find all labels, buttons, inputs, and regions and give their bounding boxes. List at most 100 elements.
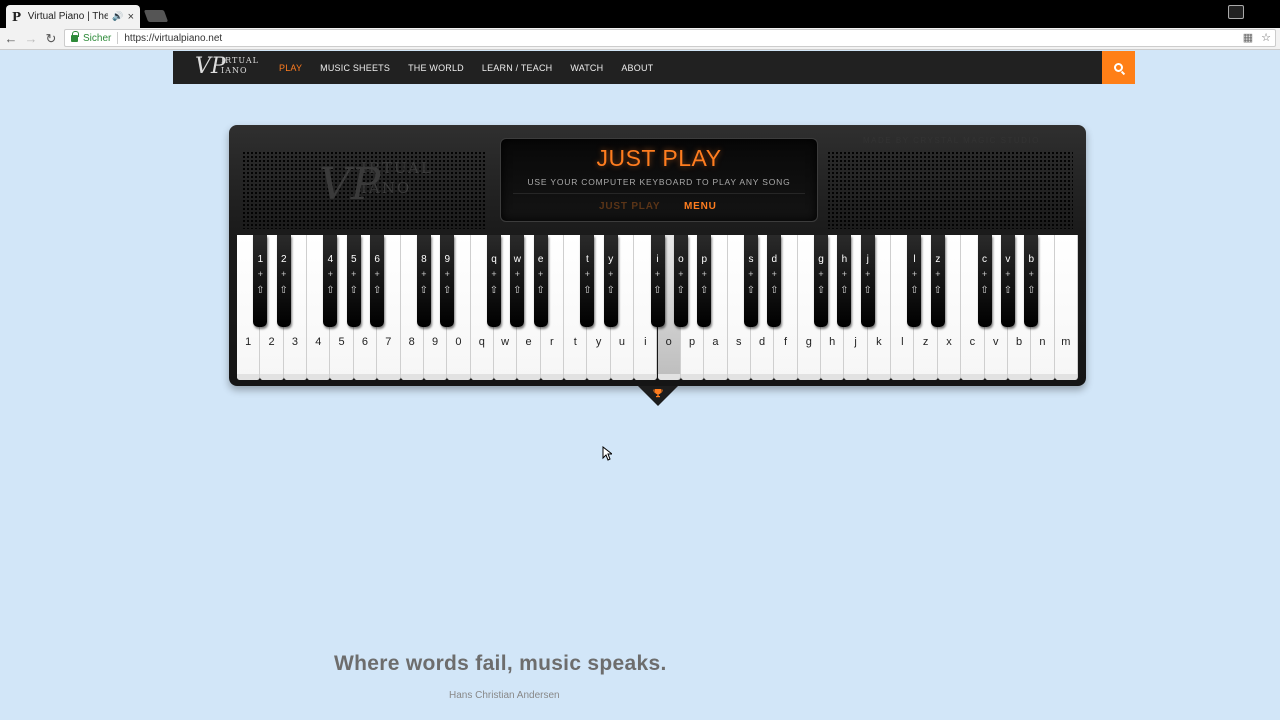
black-key-label: t [586,254,589,265]
key-edge [867,374,891,380]
back-icon[interactable]: ← [2,31,20,46]
black-key-l[interactable]: l + ⇧ [907,235,922,327]
key-edge [423,374,447,380]
black-key-5[interactable]: 5 + ⇧ [346,235,361,327]
black-key-t[interactable]: t + ⇧ [580,235,595,327]
nav-item-watch[interactable]: WATCH [570,63,603,73]
black-key-8[interactable]: 8 + ⇧ [416,235,431,327]
shift-arrow-icon: ⇧ [372,285,382,296]
profile-icon[interactable] [1228,5,1244,19]
white-key-m[interactable]: m [1054,235,1078,380]
browser-tab[interactable]: P Virtual Piano | The Or 🔊 × [6,5,140,28]
black-key-label: i [656,254,659,265]
white-key-label: i [644,336,647,348]
black-key-plus: + [608,269,614,279]
black-key-j[interactable]: j + ⇧ [860,235,875,327]
black-key-1[interactable]: 1 + ⇧ [253,235,268,327]
key-edge [657,374,680,380]
display-divider [513,193,805,194]
search-button[interactable] [1102,51,1135,84]
white-key-label: f [783,336,787,348]
nav-item-music-sheets[interactable]: MUSIC SHEETS [320,63,390,73]
black-key-i[interactable]: i + ⇧ [650,235,665,327]
mode-just-play-tab[interactable]: JUST PLAY [599,201,660,212]
shift-arrow-icon: ⇧ [863,285,872,296]
black-key-plus: + [818,269,824,279]
shift-arrow-icon: ⇧ [1027,285,1036,296]
white-key-label: l [901,336,904,348]
key-edge [750,374,774,380]
key-edge [447,374,470,380]
black-key-label: q [491,254,497,265]
black-key-plus: + [538,269,544,279]
black-key-o[interactable]: o + ⇧ [673,235,688,327]
white-key-label: 9 [431,336,439,348]
black-key-z[interactable]: z + ⇧ [930,235,945,327]
black-key-d[interactable]: d + ⇧ [767,235,782,327]
black-key-p[interactable]: p + ⇧ [697,235,712,327]
black-key-v[interactable]: v + ⇧ [1000,235,1015,327]
nav-item-play[interactable]: PLAY [279,63,302,73]
white-key-label: 6 [361,336,369,348]
black-key-plus: + [654,269,661,279]
close-icon[interactable]: × [128,11,134,23]
black-key-y[interactable]: y + ⇧ [603,235,618,327]
white-key-label: n [1039,336,1046,348]
black-key-label: d [771,254,778,265]
shift-arrow-icon: ⇧ [933,285,943,296]
black-key-g[interactable]: g + ⇧ [814,235,829,327]
black-key-label: 2 [280,254,287,265]
site-logo[interactable]: VP IRTUAL IANO [193,54,258,82]
trophy-icon[interactable] [653,388,663,398]
shift-arrow-icon: ⇧ [840,285,849,296]
black-key-b[interactable]: b + ⇧ [1024,235,1039,327]
black-key-plus: + [281,269,287,279]
bookmark-star-icon[interactable]: ☆ [1261,31,1271,44]
url-text[interactable]: https://virtualpiano.net [124,33,222,44]
black-key-plus: + [935,269,941,279]
black-key-plus: + [444,269,450,279]
nav-item-learn-teach[interactable]: LEARN / TEACH [482,63,552,73]
black-key-w[interactable]: w + ⇧ [510,235,525,327]
quote-text: Where words fail, music speaks. [334,652,667,675]
shift-arrow-icon: ⇧ [910,285,919,296]
divider [117,32,119,44]
browser-toolbar: ← → ↻ Sicher https://virtualpiano.net ▦ … [0,28,1280,50]
white-key-label: v [992,336,999,348]
key-edge [307,374,330,380]
mode-menu-tab[interactable]: MENU [684,201,717,212]
key-edge [587,374,610,380]
black-key-h[interactable]: h + ⇧ [837,235,852,327]
nav-item-the-world[interactable]: THE WORLD [408,63,464,73]
black-key-4[interactable]: 4 + ⇧ [323,235,338,327]
address-bar[interactable]: Sicher https://virtualpiano.net ▦ ☆ [64,29,1276,47]
key-edge [237,374,260,380]
black-key-label: c [982,254,988,265]
black-key-s[interactable]: s + ⇧ [743,235,758,327]
black-key-label: h [841,254,848,265]
speaker-icon[interactable]: 🔊 [112,11,123,22]
new-tab-button[interactable] [143,10,169,22]
black-key-plus: + [1028,269,1034,279]
black-key-9[interactable]: 9 + ⇧ [440,235,455,327]
key-edge [260,374,283,380]
nav-item-about[interactable]: ABOUT [621,63,653,73]
virtual-piano: VP IRTUAL IANO MADE BY CRYSTAL MAGIC STU… [229,125,1086,386]
black-key-c[interactable]: c + ⇧ [977,235,992,327]
black-key-2[interactable]: 2 + ⇧ [276,235,291,327]
shift-arrow-icon: ⇧ [419,285,429,296]
black-key-q[interactable]: q + ⇧ [486,235,501,327]
black-key-plus: + [771,269,777,279]
black-key-label: 8 [421,254,427,265]
translate-icon[interactable]: ▦ [1243,31,1253,44]
white-key-label: 1 [245,336,252,348]
key-edge [377,374,400,380]
black-key-6[interactable]: 6 + ⇧ [370,235,385,327]
white-key-label: r [550,336,554,348]
forward-icon[interactable]: → [22,31,40,46]
black-key-e[interactable]: e + ⇧ [533,235,548,327]
black-key-plus: + [514,269,520,279]
studio-credit: MADE BY CRYSTAL MAGIC STUDIO [863,136,1040,145]
black-key-plus: + [678,269,684,279]
reload-icon[interactable]: ↻ [42,31,60,47]
